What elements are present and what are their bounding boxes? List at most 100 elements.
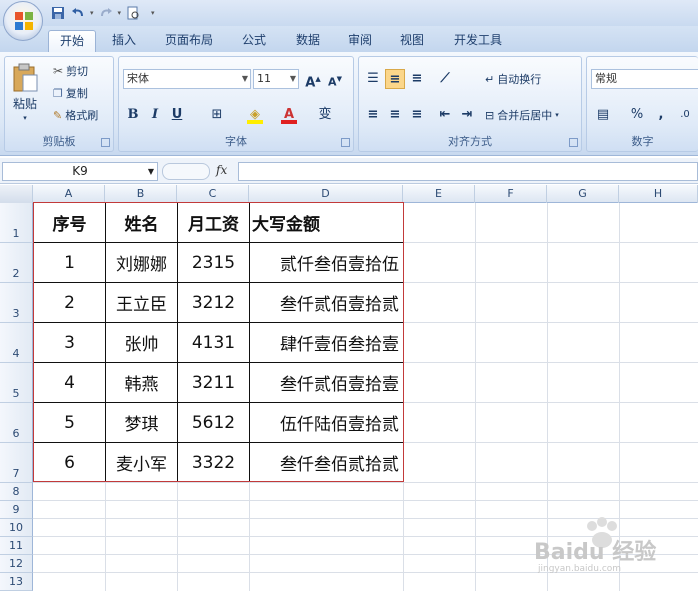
table-cell[interactable]: 伍仟陆佰壹拾贰	[250, 403, 403, 442]
table-cell[interactable]: 叁仟贰佰壹拾壹	[250, 363, 403, 402]
save-icon[interactable]	[50, 5, 66, 21]
align-top-button[interactable]: ☰	[363, 69, 383, 89]
row-header[interactable]: 2	[0, 243, 33, 283]
accounting-format-button[interactable]: ▤	[593, 105, 613, 125]
insert-function-button[interactable]: fx	[216, 163, 227, 177]
formula-input[interactable]	[238, 162, 698, 181]
tab-developer[interactable]: 开发工具	[446, 30, 510, 52]
undo-dropdown-icon[interactable]: ▾	[90, 9, 94, 17]
column-header-b[interactable]: B	[105, 185, 177, 203]
table-cell[interactable]: 3212	[178, 283, 249, 322]
header-cell[interactable]: 月工资	[178, 203, 249, 242]
font-color-button[interactable]: A	[279, 105, 299, 125]
cut-button[interactable]: ✂ 剪切	[53, 63, 88, 79]
fill-color-button[interactable]: ◈	[245, 105, 265, 125]
borders-button[interactable]: ⊞	[207, 105, 227, 125]
office-button[interactable]	[3, 1, 43, 41]
column-header-c[interactable]: C	[177, 185, 249, 203]
table-cell[interactable]: 4131	[178, 323, 249, 362]
row-header[interactable]: 12	[0, 555, 33, 573]
table-cell[interactable]: 3322	[178, 443, 249, 482]
increase-indent-button[interactable]: ⇥	[457, 105, 477, 125]
column-header-a[interactable]: A	[33, 185, 105, 203]
phonetic-button[interactable]: 变	[315, 105, 335, 125]
comma-style-button[interactable]: ,	[651, 105, 671, 125]
font-name-combo[interactable]: 宋体 ▼	[123, 69, 251, 89]
tab-view[interactable]: 视图	[392, 30, 432, 52]
column-header-f[interactable]: F	[475, 185, 547, 203]
redo-icon[interactable]	[98, 5, 114, 21]
align-bottom-button[interactable]: ≡	[407, 69, 427, 89]
percent-style-button[interactable]: %	[627, 105, 647, 125]
row-header[interactable]: 6	[0, 403, 33, 443]
table-cell[interactable]: 3	[34, 323, 105, 362]
tab-formulas[interactable]: 公式	[234, 30, 274, 52]
table-cell[interactable]: 王立臣	[106, 283, 177, 322]
table-cell[interactable]: 3211	[178, 363, 249, 402]
clipboard-dialog-launcher-icon[interactable]	[101, 138, 110, 147]
tab-home[interactable]: 开始	[48, 30, 96, 52]
table-cell[interactable]: 肆仟壹佰叁拾壹	[250, 323, 403, 362]
row-header[interactable]: 7	[0, 443, 33, 483]
alignment-dialog-launcher-icon[interactable]	[569, 138, 578, 147]
table-cell[interactable]: 刘娜娜	[106, 243, 177, 282]
column-header-g[interactable]: G	[547, 185, 619, 203]
bold-button[interactable]: B	[123, 105, 143, 125]
header-cell[interactable]: 姓名	[106, 203, 177, 242]
table-cell[interactable]: 叁仟叁佰贰拾贰	[250, 443, 403, 482]
font-dialog-launcher-icon[interactable]	[341, 138, 350, 147]
row-header[interactable]: 3	[0, 283, 33, 323]
row-header[interactable]: 5	[0, 363, 33, 403]
table-cell[interactable]: 梦琪	[106, 403, 177, 442]
decrease-indent-button[interactable]: ⇤	[435, 105, 455, 125]
copy-button[interactable]: ❐ 复制	[53, 85, 88, 101]
row-header[interactable]: 4	[0, 323, 33, 363]
tab-insert[interactable]: 插入	[104, 30, 144, 52]
increase-decimal-button[interactable]: .0	[675, 105, 695, 125]
undo-icon[interactable]	[70, 5, 86, 21]
table-cell[interactable]: 2	[34, 283, 105, 322]
table-cell[interactable]: 麦小军	[106, 443, 177, 482]
table-cell[interactable]: 张帅	[106, 323, 177, 362]
grow-font-button[interactable]: A▲	[303, 69, 323, 90]
select-all-corner[interactable]	[0, 185, 33, 203]
header-cell[interactable]: 序号	[34, 203, 105, 242]
table-cell[interactable]: 5612	[178, 403, 249, 442]
underline-button[interactable]: U	[167, 105, 187, 125]
number-format-combo[interactable]: 常规	[591, 69, 698, 89]
table-cell[interactable]: 贰仟叁佰壹拾伍	[250, 243, 403, 282]
formula-expand-handle[interactable]	[162, 163, 210, 180]
customize-qat-icon[interactable]: ▾	[151, 9, 155, 17]
wrap-text-button[interactable]: ↵ 自动换行	[485, 71, 541, 87]
table-cell[interactable]: 4	[34, 363, 105, 402]
align-right-button[interactable]: ≡	[407, 105, 427, 125]
table-cell[interactable]: 韩燕	[106, 363, 177, 402]
tab-data[interactable]: 数据	[288, 30, 328, 52]
print-preview-icon[interactable]	[125, 5, 141, 21]
column-header-h[interactable]: H	[619, 185, 698, 203]
row-header[interactable]: 13	[0, 573, 33, 591]
shrink-font-button[interactable]: A▼	[325, 69, 345, 89]
paste-dropdown-icon[interactable]: ▾	[23, 114, 27, 122]
paste-button[interactable]: 粘贴 ▾	[11, 63, 39, 122]
merge-center-button[interactable]: ⊟ 合并后居中 ▾	[485, 107, 559, 123]
table-cell[interactable]: 2315	[178, 243, 249, 282]
italic-button[interactable]: I	[145, 105, 165, 125]
align-middle-button[interactable]: ≡	[385, 69, 405, 89]
table-cell[interactable]: 1	[34, 243, 105, 282]
align-left-button[interactable]: ≡	[363, 105, 383, 125]
align-center-button[interactable]: ≡	[385, 105, 405, 125]
row-header[interactable]: 8	[0, 483, 33, 501]
format-painter-button[interactable]: ✎ 格式刷	[53, 107, 98, 123]
row-header[interactable]: 10	[0, 519, 33, 537]
row-header[interactable]: 1	[0, 203, 33, 243]
tab-review[interactable]: 审阅	[340, 30, 380, 52]
font-size-combo[interactable]: 11 ▼	[253, 69, 299, 89]
tab-page-layout[interactable]: 页面布局	[158, 30, 220, 52]
row-header[interactable]: 9	[0, 501, 33, 519]
orientation-button[interactable]: ⟋	[435, 69, 455, 89]
row-header[interactable]: 11	[0, 537, 33, 555]
table-cell[interactable]: 6	[34, 443, 105, 482]
name-box[interactable]: K9 ▼	[2, 162, 158, 181]
redo-dropdown-icon[interactable]: ▾	[118, 9, 122, 17]
